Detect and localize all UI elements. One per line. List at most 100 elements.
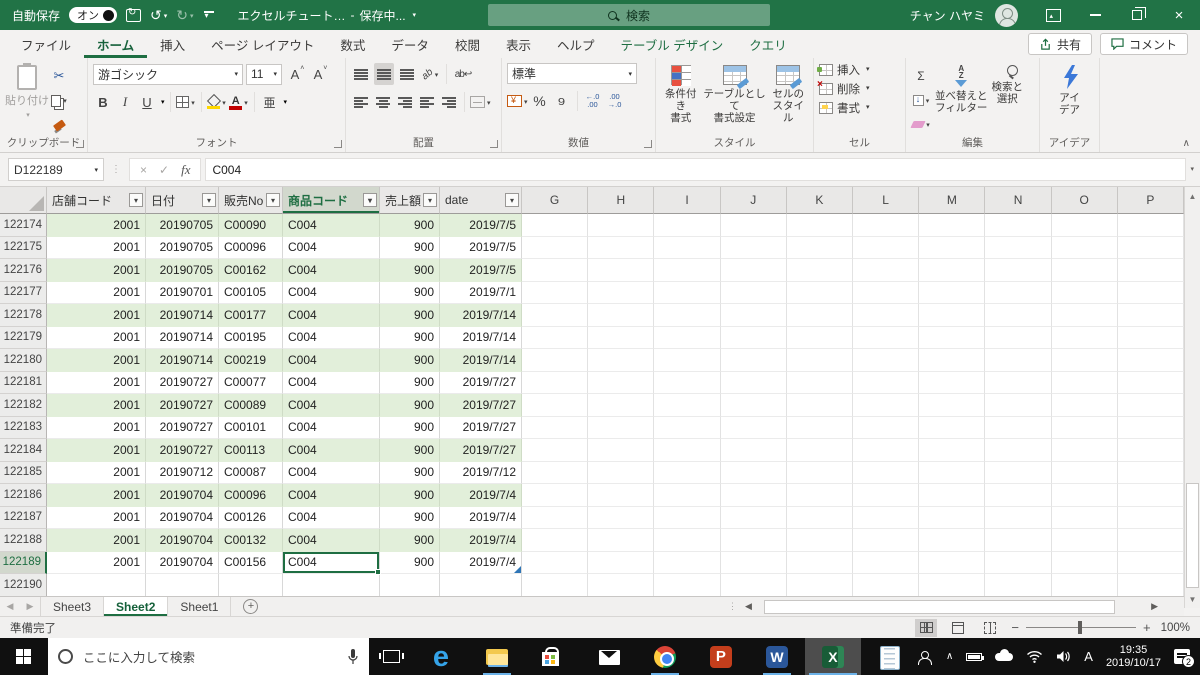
name-box[interactable]: D122189 xyxy=(8,158,104,181)
sheet-nav-left-button[interactable]: ◀ xyxy=(0,597,20,616)
empty-cell[interactable] xyxy=(985,461,1052,484)
sort-filter-button[interactable]: AZ 並べ替えと フィルター xyxy=(935,63,988,136)
grid-cell[interactable]: C00105 xyxy=(219,281,283,304)
empty-cell[interactable] xyxy=(853,281,920,304)
empty-cell[interactable] xyxy=(853,484,920,507)
close-button[interactable]: × xyxy=(1158,0,1200,30)
empty-cell[interactable] xyxy=(919,484,986,507)
empty-cell[interactable] xyxy=(1051,394,1118,417)
empty-cell[interactable] xyxy=(588,461,655,484)
customize-quick-access-toolbar-button[interactable] xyxy=(203,10,215,20)
decrease-indent-button[interactable] xyxy=(417,91,437,113)
empty-cell[interactable] xyxy=(522,371,589,394)
grid-cell[interactable]: 2019/7/12 xyxy=(440,461,522,484)
grid-cell[interactable]: 20190714 xyxy=(146,349,219,372)
grid-cell[interactable]: 20190704 xyxy=(146,484,219,507)
grid-cell[interactable]: 20190704 xyxy=(146,529,219,552)
grid-cell[interactable]: C004 xyxy=(283,236,380,259)
grid-cell[interactable]: 900 xyxy=(380,236,440,259)
empty-cell[interactable] xyxy=(720,326,787,349)
empty-cell[interactable] xyxy=(720,394,787,417)
taskbar-app-chrome[interactable] xyxy=(637,638,693,675)
empty-cell[interactable] xyxy=(720,371,787,394)
table-resize-handle[interactable] xyxy=(514,566,521,573)
empty-cell[interactable] xyxy=(853,326,920,349)
taskbar-search[interactable]: ここに入力して検索 xyxy=(47,638,370,675)
grid-cell[interactable]: 2019/7/27 xyxy=(440,439,522,462)
ribbon-tab[interactable]: ホーム xyxy=(84,30,147,58)
column-header-letter[interactable]: I xyxy=(654,187,721,214)
grid-cell[interactable]: 900 xyxy=(380,416,440,439)
filter-button[interactable] xyxy=(505,193,519,207)
filter-button[interactable] xyxy=(129,193,143,207)
grid-cell[interactable]: 2001 xyxy=(47,349,146,372)
empty-cell[interactable] xyxy=(919,349,986,372)
decrease-decimal-button[interactable]: .00 →.0 xyxy=(605,90,625,112)
column-header-letter[interactable]: H xyxy=(588,187,655,214)
taskbar-app-powerpoint[interactable] xyxy=(693,638,749,675)
grid-cell[interactable]: C00132 xyxy=(219,529,283,552)
empty-cell[interactable] xyxy=(919,506,986,529)
delete-cells-button[interactable]: 削除 xyxy=(817,79,900,97)
empty-cell[interactable] xyxy=(588,484,655,507)
empty-cell[interactable] xyxy=(1051,214,1118,237)
ribbon-tab[interactable]: データ xyxy=(378,30,442,58)
grid-cell[interactable]: 2019/7/5 xyxy=(440,214,522,237)
zoom-track[interactable] xyxy=(1025,621,1136,634)
taskbar-clock[interactable]: 19:35 2019/10/17 xyxy=(1106,644,1161,670)
grid-cell[interactable]: 20190714 xyxy=(146,304,219,327)
vertical-scrollbar-thumb[interactable] xyxy=(1186,483,1199,588)
empty-cell[interactable] xyxy=(654,551,721,574)
scroll-up-arrow-icon[interactable]: ▲ xyxy=(1185,187,1200,205)
dialog-launcher-icon[interactable] xyxy=(644,140,652,148)
empty-cell[interactable] xyxy=(985,551,1052,574)
increase-indent-button[interactable] xyxy=(439,91,459,113)
empty-cell[interactable] xyxy=(588,281,655,304)
grid-cell[interactable]: 20190727 xyxy=(146,416,219,439)
ribbon-tab[interactable]: 挿入 xyxy=(147,30,198,58)
expand-formula-bar-button[interactable] xyxy=(1188,165,1194,175)
grid-cell[interactable]: 2019/7/14 xyxy=(440,326,522,349)
onedrive-icon[interactable] xyxy=(995,648,1014,661)
grid-cell[interactable]: C00101 xyxy=(219,416,283,439)
grid-cell[interactable]: 2019/7/27 xyxy=(440,371,522,394)
empty-cell[interactable] xyxy=(1117,349,1184,372)
share-button[interactable]: 共有 xyxy=(1027,33,1092,55)
scrollbar-splitter[interactable]: ⋮ xyxy=(728,601,737,612)
ribbon-tab[interactable]: 校閲 xyxy=(442,30,493,58)
column-header-letter[interactable]: N xyxy=(985,187,1052,214)
zoom-out-button[interactable]: − xyxy=(1011,620,1019,635)
undo-button[interactable]: ↺ xyxy=(150,7,167,23)
empty-cell[interactable] xyxy=(786,416,854,439)
font-color-button[interactable] xyxy=(229,91,249,113)
empty-cell[interactable] xyxy=(1051,506,1118,529)
grid-cell[interactable]: 2019/7/4 xyxy=(440,529,522,552)
column-header-letter[interactable]: O xyxy=(1051,187,1118,214)
scroll-left-arrow-icon[interactable]: ◀ xyxy=(741,601,756,612)
row-header[interactable]: 122188 xyxy=(0,529,47,552)
ime-mode-icon[interactable]: A xyxy=(1084,649,1093,664)
format-as-table-button[interactable]: テーブルとして 書式設定 xyxy=(700,63,768,136)
empty-cell[interactable] xyxy=(853,304,920,327)
taskbar-app-file-explorer[interactable] xyxy=(469,638,525,675)
empty-cell[interactable] xyxy=(588,394,655,417)
empty-cell[interactable] xyxy=(985,529,1052,552)
row-header[interactable]: 122186 xyxy=(0,484,47,507)
grid-cell[interactable]: 2001 xyxy=(47,371,146,394)
empty-cell[interactable] xyxy=(720,461,787,484)
empty-cell[interactable] xyxy=(1051,416,1118,439)
empty-cell[interactable] xyxy=(522,506,589,529)
name-box-resizer[interactable]: ⋮ xyxy=(111,164,122,175)
volume-icon[interactable] xyxy=(1056,650,1071,663)
empty-cell[interactable] xyxy=(654,416,721,439)
zoom-level[interactable]: 100% xyxy=(1161,622,1190,634)
row-header[interactable]: 122177 xyxy=(0,281,47,304)
empty-cell[interactable] xyxy=(919,281,986,304)
find-select-button[interactable]: 検索と 選択 xyxy=(992,63,1023,136)
empty-cell[interactable] xyxy=(786,394,854,417)
grid-cell[interactable]: C004 xyxy=(283,506,380,529)
empty-cell[interactable] xyxy=(853,506,920,529)
empty-cell[interactable] xyxy=(919,416,986,439)
grid-cell[interactable]: 900 xyxy=(380,461,440,484)
empty-cell[interactable] xyxy=(588,259,655,282)
